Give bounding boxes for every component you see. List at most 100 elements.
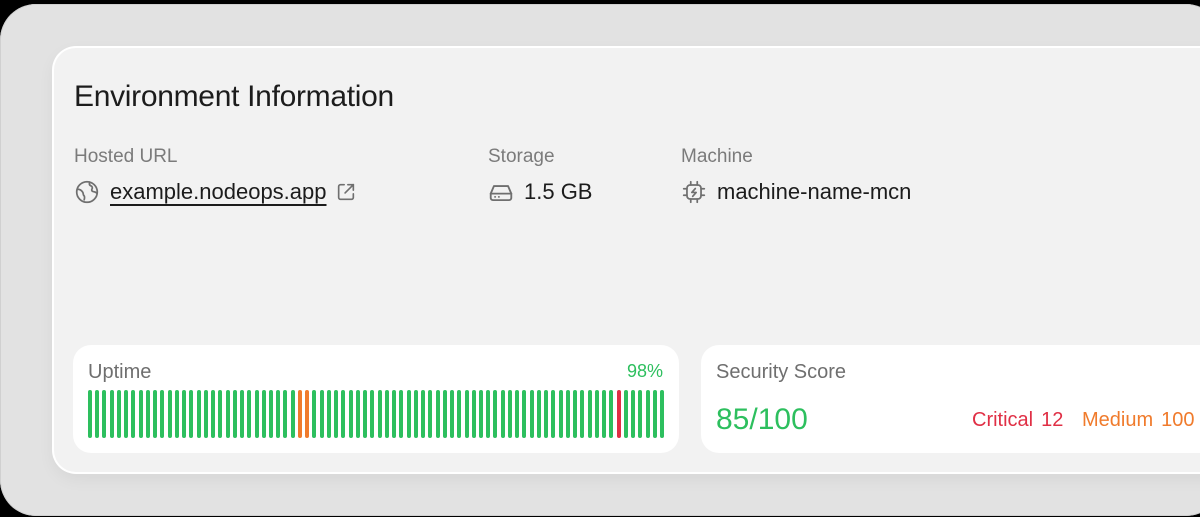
uptime-bar [645,390,650,438]
uptime-bar [442,390,447,438]
hosted-url-link[interactable]: example.nodeops.app [110,179,327,205]
medium-count-value: 100 [1161,409,1195,431]
uptime-bar [580,390,585,438]
uptime-bar [355,390,360,438]
uptime-bar [109,390,114,438]
uptime-bar [297,390,302,438]
uptime-bar [507,390,512,438]
uptime-bar [203,390,208,438]
uptime-bar [594,390,599,438]
uptime-bar [167,390,172,438]
uptime-label: Uptime [88,361,152,383]
uptime-bar [254,390,259,438]
uptime-tile: Uptime 98% [73,345,679,453]
uptime-bar [471,390,476,438]
uptime-bar [334,390,339,438]
uptime-bar [240,390,245,438]
globe-icon [74,179,100,205]
uptime-bar [153,390,158,438]
uptime-bar [551,390,556,438]
uptime-bar [363,390,368,438]
storage-row: 1.5 GB [488,176,592,208]
uptime-bar [609,390,614,438]
uptime-bar [290,390,295,438]
uptime-bar [392,390,397,438]
security-score-tile: Security Score 85/100 Critical 12 Medium 1… [701,345,1200,453]
machine-section: Machine machine-name-mcn [681,146,911,208]
uptime-bar [384,390,389,438]
uptime-bar [558,390,563,438]
uptime-bar [478,390,483,438]
uptime-bar [421,390,426,438]
uptime-bar [305,390,310,438]
uptime-bar [232,390,237,438]
uptime-bar [102,390,107,438]
uptime-bar [319,390,324,438]
uptime-bar [515,390,520,438]
machine-value: machine-name-mcn [717,179,912,204]
uptime-bar [283,390,288,438]
uptime-bar [131,390,136,438]
critical-count-value: 12 [1041,409,1064,431]
uptime-bar [196,390,201,438]
machine-label: Machine [681,146,753,167]
critical-label: Critical [972,409,1034,431]
uptime-bar [269,390,273,438]
uptime-bar [211,390,216,438]
environment-info-card: Environment Information Hosted URL examp… [54,48,1200,472]
uptime-bar [544,390,549,438]
uptime-bar [189,390,194,438]
uptime-bar [261,390,266,438]
machine-row: machine-name-mcn [681,176,911,208]
uptime-bar [587,390,592,438]
uptime-bar [464,390,469,438]
external-link-icon[interactable] [335,181,357,203]
uptime-bar [428,390,433,438]
uptime-bar [247,390,252,438]
uptime-bar [652,390,657,438]
outer-frame: Environment Information Hosted URL examp… [0,4,1200,516]
uptime-bar [348,390,353,438]
uptime-bar [529,390,534,438]
uptime-bar [312,390,317,438]
card-title: Environment Information [74,80,394,113]
uptime-bar [326,390,331,438]
uptime-bar [182,390,187,438]
uptime-bar [435,390,440,438]
uptime-bar [116,390,121,438]
uptime-bar [631,390,636,438]
uptime-bar [500,390,505,438]
uptime-bar [638,390,643,438]
uptime-bar [660,390,664,438]
uptime-bar [370,390,375,438]
uptime-bar [276,390,281,438]
uptime-bar [565,390,570,438]
uptime-bar [573,390,578,438]
uptime-bar [145,390,150,438]
uptime-bar [413,390,418,438]
hard-drive-icon [488,179,514,205]
uptime-bar [225,390,230,438]
uptime-bar [399,390,404,438]
uptime-bar [377,390,382,438]
uptime-bar [522,390,527,438]
uptime-bar [341,390,346,438]
security-score-value: 85/100 [716,403,808,436]
uptime-bar [160,390,165,438]
uptime-percent: 98% [626,361,663,381]
uptime-bar [457,390,462,438]
uptime-bar [536,390,541,438]
uptime-bar [486,390,491,438]
hosted-url-row: example.nodeops.app [74,176,357,208]
security-score-label: Security Score [716,361,847,383]
uptime-bar [138,390,143,438]
uptime-bar [493,390,498,438]
cpu-chip-icon [681,179,707,205]
uptime-bar [406,390,411,438]
uptime-bar [88,390,92,438]
uptime-bar [95,390,100,438]
hosted-url-label: Hosted URL [74,146,178,167]
storage-label: Storage [488,146,555,167]
medium-label: Medium [1082,409,1154,431]
uptime-bar [174,390,179,438]
